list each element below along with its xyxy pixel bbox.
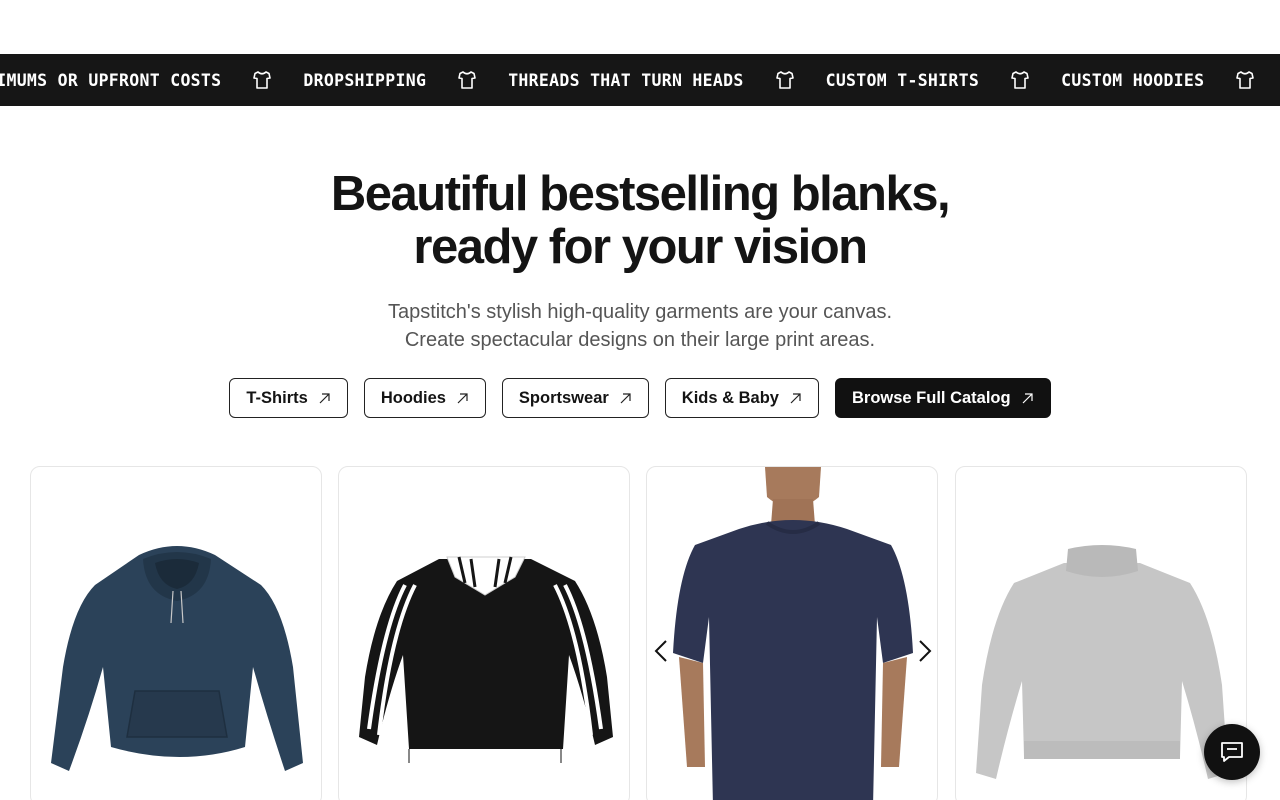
tshirt-icon	[774, 69, 796, 91]
tshirt-icon	[1234, 69, 1256, 91]
ticker-item: DROPSHIPPING	[303, 70, 427, 90]
chevron-right-icon	[919, 640, 932, 662]
arrow-up-right-icon	[789, 392, 802, 405]
hero-subtitle-line-1: Tapstitch's stylish high-quality garment…	[387, 301, 893, 323]
product-card-navy-tshirt[interactable]	[646, 466, 938, 800]
carousel-prev-button[interactable]	[649, 637, 673, 665]
product-card-navy-hoodie[interactable]	[30, 466, 322, 800]
navy-hoodie-image	[51, 546, 303, 771]
hero-subtitle: Tapstitch's stylish high-quality garment…	[0, 298, 1280, 354]
ticker-item: THREADS THAT TURN HEADS	[508, 70, 744, 90]
carousel-next-button[interactable]	[913, 637, 937, 665]
tshirt-icon	[251, 69, 273, 91]
ticker-item: NIMUMS OR UPFRONT COSTS	[0, 70, 222, 90]
chat-icon	[1221, 742, 1243, 762]
tshirt-icon	[1009, 69, 1031, 91]
category-button-kids-baby[interactable]: Kids & Baby	[664, 378, 819, 418]
category-label: Sportswear	[518, 388, 609, 407]
category-label: Hoodies	[380, 388, 446, 407]
category-button-hoodies[interactable]: Hoodies	[363, 378, 486, 418]
category-label: Kids & Baby	[681, 388, 779, 407]
arrow-up-right-icon	[318, 392, 331, 405]
announcement-ticker: NIMUMS OR UPFRONT COSTS DROPSHIPPING THR…	[0, 54, 1280, 106]
hero-title-line-2: ready for your vision	[413, 220, 868, 274]
hero-title-line-1: Beautiful bestselling blanks,	[330, 167, 951, 221]
navy-tshirt-model-image	[673, 467, 913, 800]
arrow-up-right-icon	[1021, 392, 1034, 405]
ticker-item: CUSTOM T-SHIRTS	[825, 70, 980, 90]
ticker-track: NIMUMS OR UPFRONT COSTS DROPSHIPPING THR…	[0, 54, 1280, 106]
hero-subtitle-line-2: Create spectacular designs on their larg…	[404, 329, 876, 351]
category-label: T-Shirts	[246, 388, 308, 407]
arrow-up-right-icon	[456, 392, 469, 405]
category-button-sportswear[interactable]: Sportswear	[501, 378, 649, 418]
tshirt-icon	[456, 69, 478, 91]
category-button-tshirts[interactable]: T-Shirts	[229, 378, 348, 418]
black-striped-sweatshirt-image	[359, 556, 613, 763]
chevron-left-icon	[654, 640, 667, 662]
ticker-item: CUSTOM HOODIES	[1061, 70, 1205, 90]
chat-button[interactable]	[1204, 724, 1260, 780]
product-grid	[30, 466, 1248, 800]
browse-full-catalog-button[interactable]: Browse Full Catalog	[834, 378, 1051, 418]
arrow-up-right-icon	[619, 392, 632, 405]
category-buttons: T-Shirts Hoodies Sportswear Kids & Baby …	[0, 378, 1280, 418]
catalog-button-label: Browse Full Catalog	[851, 388, 1011, 407]
product-card-black-striped-sweatshirt[interactable]	[338, 466, 630, 800]
hero-section: Beautiful bestselling blanks, ready for …	[0, 168, 1280, 274]
